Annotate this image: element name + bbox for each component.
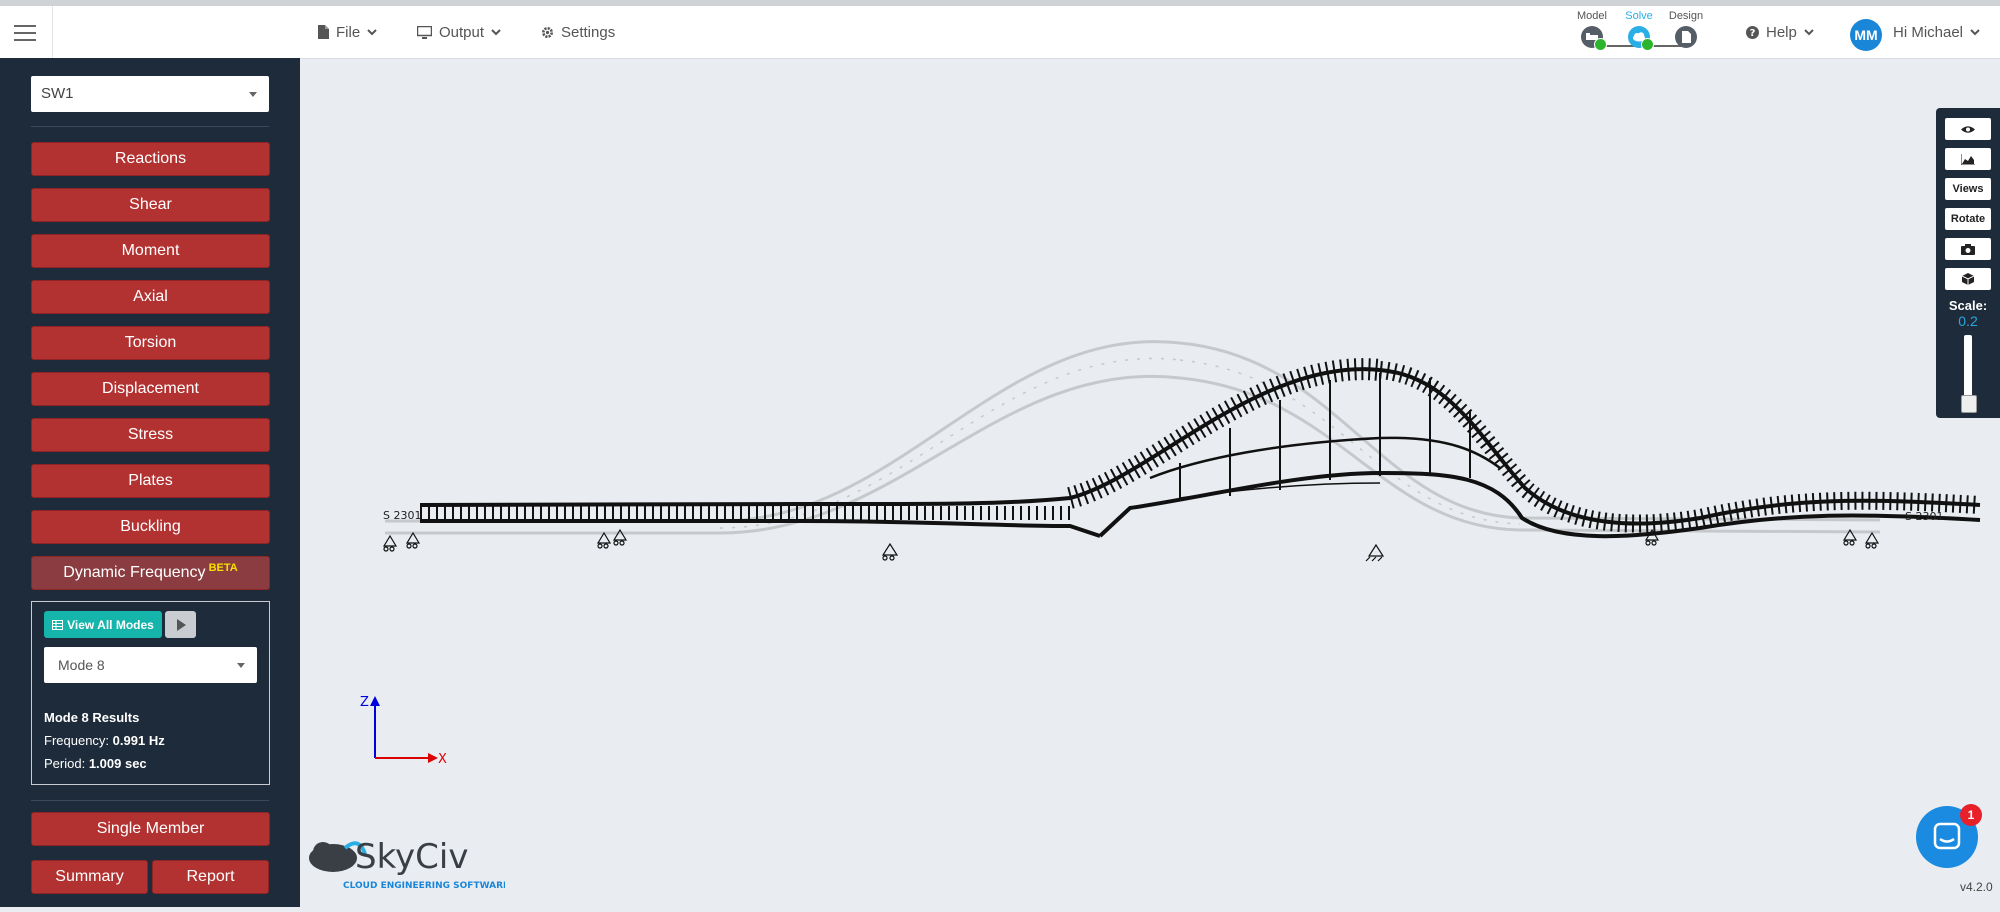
single-member-button[interactable]: Single Member [31,812,270,846]
summary-button[interactable]: Summary [31,860,148,894]
mode-results-title: Mode 8 Results [44,710,140,725]
scale-slider[interactable] [1961,335,1977,413]
logo-tagline: CLOUD ENGINEERING SOFTWARE [343,881,505,891]
stage-design-label: Design [1668,10,1704,22]
screenshot-button[interactable] [1945,238,1991,260]
chevron-down-icon [367,28,377,35]
file-menu[interactable]: File [318,6,384,58]
dynamic-frequency-panel: View All Modes Mode 8 Mode 8 Results Fre… [31,601,270,785]
notification-badge: 1 [1960,804,1982,826]
support-label-right: S 2301 [1905,510,1943,523]
model-select-value: SW1 [41,85,74,102]
frequency-result: Frequency: 0.991 Hz [44,733,165,748]
output-menu[interactable]: Output [417,6,508,58]
dynamic-frequency-button[interactable]: Dynamic Frequency BETA [31,556,270,590]
dynamic-frequency-label: Dynamic Frequency [63,564,206,581]
axis-z-label: Z [360,695,369,710]
table-icon [52,619,64,630]
question-icon: ? [1746,25,1759,39]
file-menu-label: File [336,23,361,41]
scale-slider-handle[interactable] [1961,395,1977,413]
chevron-down-icon [1804,28,1814,35]
period-value: 1.009 sec [88,756,147,771]
check-icon [1641,38,1654,51]
view-all-modes-label: View All Modes [67,617,154,632]
report-button[interactable]: Report [152,860,269,894]
period-result: Period: 1.009 sec [44,756,147,771]
model-select[interactable]: SW1 [31,76,269,112]
scale-label: Scale: [1948,298,1988,313]
skyciv-logo: SkyCiv CLOUD ENGINEERING SOFTWARE [305,830,509,892]
check-icon [1594,38,1607,51]
stress-button[interactable]: Stress [31,418,270,452]
chart-button[interactable] [1945,148,1991,170]
version-label: v4.2.0 [1960,880,1993,894]
axial-button[interactable]: Axial [31,280,270,314]
area-chart-icon [1961,153,1975,165]
shear-button[interactable]: Shear [31,188,270,222]
caret-down-icon [249,92,257,97]
deformed-structure [419,358,1981,539]
document-icon [1675,26,1697,48]
buckling-button[interactable]: Buckling [31,510,270,544]
file-icon [318,25,329,39]
view-toolbar: Views Rotate Scale: 0.2 [1936,108,2000,418]
header-divider [52,6,53,58]
frequency-value: 0.991 Hz [112,733,165,748]
avatar[interactable]: MM [1850,19,1882,51]
gear-icon [542,26,553,38]
hamburger-menu-icon[interactable] [12,20,38,44]
user-menu[interactable]: Hi Michael [1893,6,1987,58]
beta-badge: BETA [208,562,238,574]
axis-x-label: X [438,752,447,767]
reactions-button[interactable]: Reactions [31,142,270,176]
output-menu-label: Output [439,23,485,41]
play-icon [176,618,186,631]
mode-select-value: Mode 8 [58,657,105,673]
axis-triad: Z X [360,695,447,767]
scale-value: 0.2 [1958,313,1978,329]
help-menu[interactable]: ? Help [1746,6,1821,58]
stage-solve[interactable]: Solve [1619,10,1659,51]
views-button[interactable]: Views [1945,178,1991,200]
bed-icon [1581,26,1607,51]
help-menu-label: Help [1766,23,1797,41]
stage-solve-label: Solve [1625,10,1653,22]
period-label: Period: [44,756,86,771]
torsion-button[interactable]: Torsion [31,326,270,360]
view-all-modes-button[interactable]: View All Modes [44,611,162,638]
user-greeting: Hi Michael [1893,23,1964,41]
visibility-button[interactable] [1945,118,1991,140]
settings-menu-label: Settings [561,23,616,41]
support-label-left: S 2301 [383,509,421,522]
chevron-down-icon [1970,28,1980,35]
caret-down-icon [237,663,245,668]
structure-render: S 2301 S 2301 Z X [360,340,1981,767]
cube-view-button[interactable] [1945,268,1991,290]
monitor-icon [417,25,432,39]
divider [31,126,269,127]
divider [31,800,269,801]
top-header: File Output Settings Model Solve Design … [0,6,2000,59]
settings-menu[interactable]: Settings [541,6,615,58]
stage-model-label: Model [1577,10,1607,22]
cloud-icon [1628,26,1654,51]
eye-icon [1961,125,1975,133]
cube-icon [1962,273,1974,285]
plates-button[interactable]: Plates [31,464,270,498]
play-animation-button[interactable] [165,611,196,638]
stage-design[interactable]: Design [1666,10,1706,48]
camera-icon [1961,243,1975,255]
moment-button[interactable]: Moment [31,234,270,268]
svg-text:?: ? [1750,28,1756,39]
chevron-down-icon [491,28,501,35]
logo-text: SkyCiv [355,837,469,877]
stage-model[interactable]: Model [1572,10,1612,51]
model-viewport[interactable]: S 2301 S 2301 Z X [300,58,2000,907]
results-sidebar: SW1 Reactions Shear Moment Axial Torsion… [0,58,300,907]
mode-select[interactable]: Mode 8 [44,647,257,683]
frequency-label: Frequency: [44,733,110,748]
rotate-button[interactable]: Rotate [1945,208,1991,230]
displacement-button[interactable]: Displacement [31,372,270,406]
